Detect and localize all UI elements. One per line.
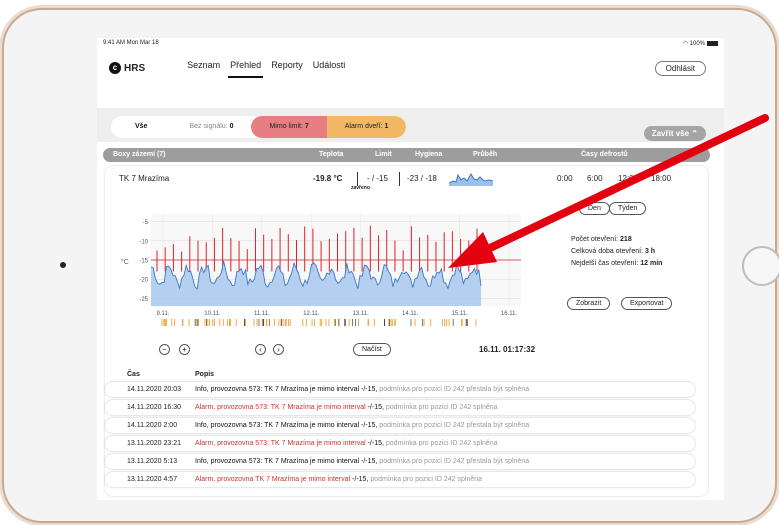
annotation-arrow: [448, 114, 769, 268]
